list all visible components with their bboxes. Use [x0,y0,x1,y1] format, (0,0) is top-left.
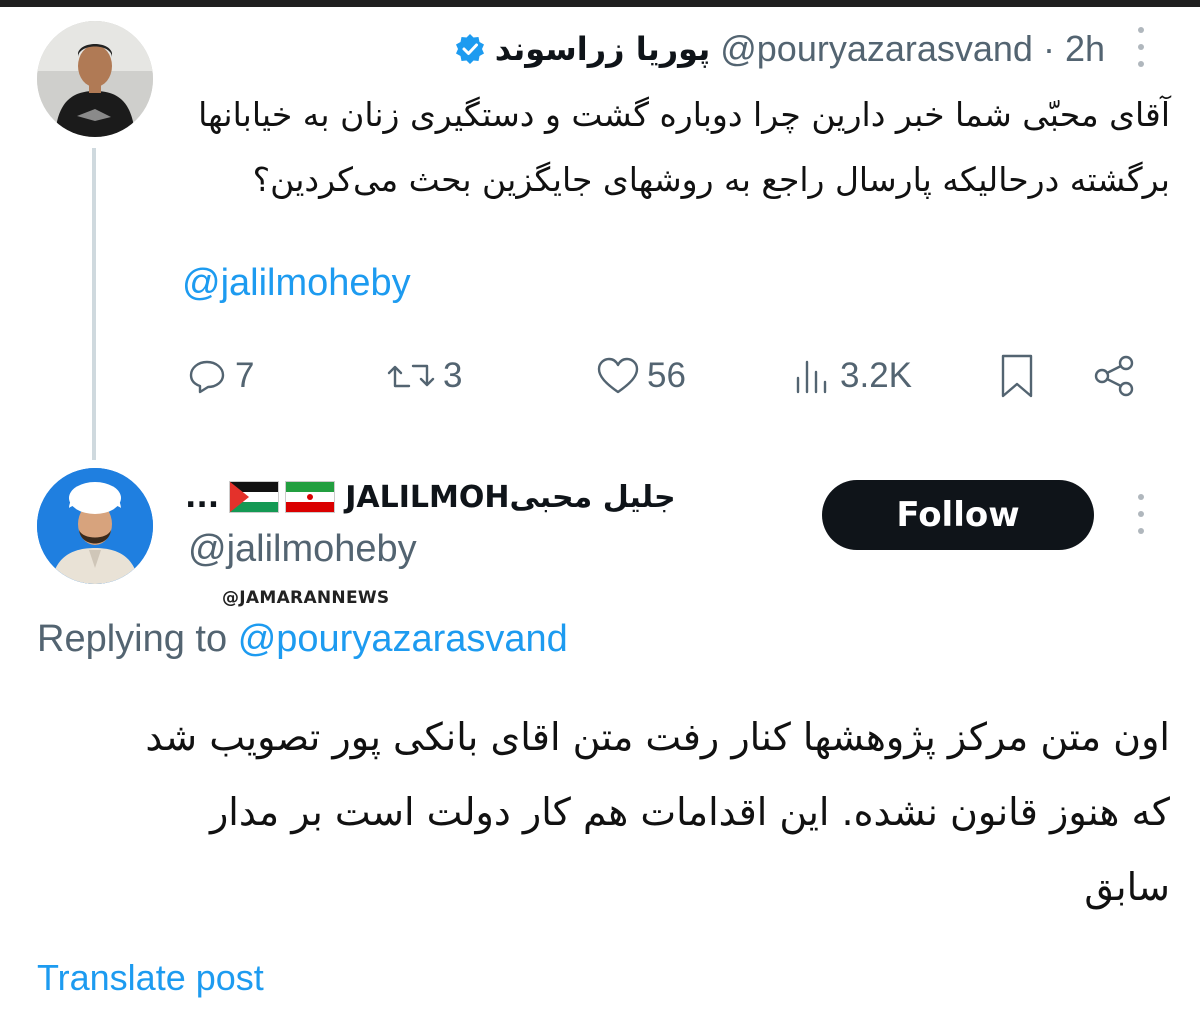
bookmark-button[interactable] [995,350,1039,402]
views-icon [796,360,827,394]
reply-text: اون متن مرکز پژوهشها کنار رفت متن اقای ب… [145,715,1170,909]
tweet-time[interactable]: 2h [1065,28,1105,70]
reply-author-line: ... جلیل محبیJALILMOH [185,472,676,522]
top-status-strip [0,0,1200,7]
watermark: @JAMARANNEWS [222,588,390,608]
more-icon[interactable] [1133,27,1149,67]
like-button[interactable]: 56 [595,350,686,402]
replying-to: Replying to @pouryazarasvand [37,618,568,661]
flags [229,481,336,513]
replying-to-handle[interactable]: @pouryazarasvand [238,618,568,660]
reply-icon [189,360,225,394]
follow-button[interactable]: Follow [822,480,1094,550]
views-count: 3.2K [840,356,912,395]
views-button[interactable]: 3.2K [790,350,912,402]
retweet-button[interactable]: 3 [385,350,462,402]
share-button[interactable] [1090,350,1140,402]
author-name[interactable]: پوریا زراسوند [495,30,711,68]
reply-count: 7 [235,356,255,395]
palestine-flag-icon [229,481,280,513]
retweet-icon [387,364,435,388]
avatar[interactable] [37,21,153,137]
avatar[interactable] [37,468,153,584]
translate-post-link[interactable]: Translate post [37,957,264,999]
tweet-text: آقای محبّی شما خبر دارین چرا دوباره گشت … [198,95,1170,199]
reply-author-handle[interactable]: @jalilmoheby [188,528,417,571]
tweet-actions: 7 3 56 3.2K [185,350,1145,402]
like-count: 56 [647,356,686,395]
more-icon[interactable] [1133,494,1149,534]
iran-flag-icon [285,481,336,513]
reply-button[interactable]: 7 [185,350,254,402]
verified-badge-icon [455,34,484,64]
reply-author-name[interactable]: جلیل محبیJALILMOH [345,480,675,515]
author-name-ellipsis: ... [185,479,220,515]
thread-connector-line [92,148,96,460]
mention-link[interactable]: @jalilmoheby [182,262,411,305]
replying-prefix: Replying to [37,618,228,660]
retweet-count: 3 [443,356,463,395]
author-handle[interactable]: @pouryazarasvand [720,28,1033,70]
share-icon [1094,355,1134,397]
separator-dot: · [1042,28,1055,69]
bookmark-icon [1001,354,1033,398]
tweet-header: پوریا زراسوند @pouryazarasvand · 2h [185,24,1105,74]
like-icon [597,357,639,394]
